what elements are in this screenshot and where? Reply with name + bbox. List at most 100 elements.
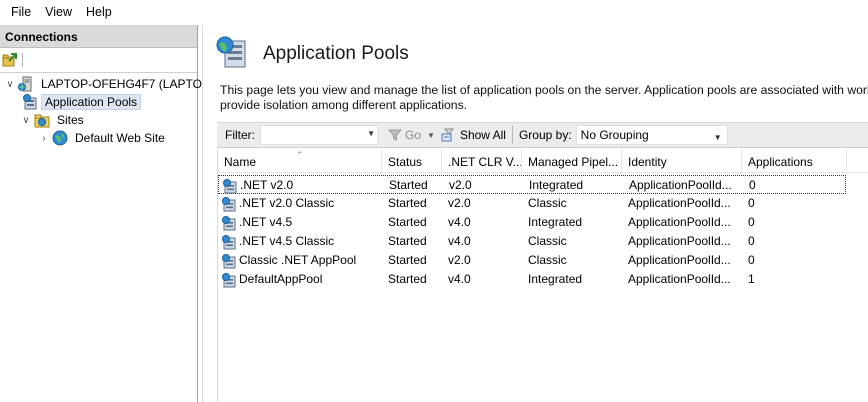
cell-managed-pipeline: Integrated — [529, 178, 584, 192]
chevron-right-icon[interactable]: › — [38, 133, 50, 144]
cell-clr-version: v4.0 — [448, 272, 471, 286]
dropdown-arrow-icon[interactable]: ▼ — [714, 129, 722, 147]
tree-item-sites[interactable]: ∨ Sites — [20, 111, 88, 129]
show-all-label: Show All — [459, 128, 506, 142]
column-header-name-label: Name — [224, 155, 257, 169]
column-header-managed-pipeline[interactable]: Managed Pipel... — [522, 149, 622, 173]
cell-clr-version: v2.0 — [449, 178, 472, 192]
cell-name: .NET v4.5 Classic — [218, 232, 382, 251]
dropdown-arrow-icon[interactable]: ▼ — [367, 129, 375, 138]
app-pools-icon — [22, 94, 38, 110]
cell-status: Started — [388, 272, 427, 286]
filter-bar: Filter: ▼ Go ▼ Show All Group by: No Gro… — [217, 122, 868, 148]
tree-item-server[interactable]: ∨ LAPTOP-OFEHG4F7 (LAPTOP — [4, 75, 214, 93]
column-header-identity[interactable]: Identity — [622, 149, 742, 173]
cell-applications: 0 — [748, 253, 755, 267]
toolbar-separator — [22, 53, 23, 67]
cell-status: Started — [388, 253, 427, 267]
column-header-clr-version[interactable]: .NET CLR V... — [442, 149, 522, 173]
chevron-down-icon[interactable]: ∨ — [4, 79, 16, 90]
cell-managed-pipeline: Integrated — [528, 272, 583, 286]
page-header: Application Pools — [215, 35, 409, 72]
cell-identity: ApplicationPoolId... — [629, 178, 732, 192]
menu-file[interactable]: File — [4, 0, 38, 24]
server-icon — [18, 76, 34, 92]
cell-identity: ApplicationPoolId... — [628, 234, 731, 248]
sites-folder-icon — [34, 112, 50, 128]
group-by-select[interactable]: No Grouping ▼ — [575, 125, 728, 147]
go-label: Go — [405, 128, 422, 142]
page-description-line-1: This page lets you view and manage the l… — [220, 83, 868, 97]
cell-managed-pipeline: Integrated — [528, 215, 583, 229]
cell-identity: ApplicationPoolId... — [628, 272, 731, 286]
cell-applications: 0 — [748, 215, 755, 229]
filter-separator — [511, 126, 513, 144]
app-pool-icon — [222, 178, 238, 194]
menu-bar: File View Help — [0, 0, 868, 24]
cell-status: Started — [388, 215, 427, 229]
cell-name-text: .NET v2.0 Classic — [239, 196, 335, 210]
cell-name: Classic .NET AppPool — [218, 251, 382, 270]
cell-clr-version: v2.0 — [448, 253, 471, 267]
chevron-down-icon[interactable]: ∨ — [20, 115, 32, 126]
table-row[interactable]: .NET v4.5 Started v4.0 Integrated Applic… — [218, 213, 846, 232]
sort-ascending-icon: ⌃ — [296, 150, 304, 160]
cell-managed-pipeline: Classic — [528, 196, 567, 210]
column-header-name[interactable]: Name ⌃ — [218, 149, 382, 173]
show-all-button[interactable]: Show All — [441, 128, 506, 142]
app-pool-icon — [221, 215, 237, 231]
app-pool-icon — [221, 272, 237, 288]
cell-applications: 1 — [748, 272, 755, 286]
funnel-icon — [388, 129, 402, 141]
application-pools-large-icon — [215, 35, 249, 72]
cell-status: Started — [388, 234, 427, 248]
column-header-status[interactable]: Status — [382, 149, 442, 173]
table-row[interactable]: .NET v2.0 Started v2.0 Integrated Applic… — [218, 175, 846, 194]
page-description: This page lets you view and manage the l… — [220, 83, 868, 113]
cell-name: .NET v2.0 — [219, 176, 383, 195]
cell-identity: ApplicationPoolId... — [628, 196, 731, 210]
cell-name-text: .NET v2.0 — [240, 178, 294, 192]
connections-toolbar — [0, 48, 197, 73]
table-row[interactable]: DefaultAppPool Started v4.0 Integrated A… — [218, 270, 846, 289]
table-row[interactable]: Classic .NET AppPool Started v2.0 Classi… — [218, 251, 846, 270]
go-dropdown-icon[interactable]: ▼ — [427, 131, 435, 140]
menu-view[interactable]: View — [38, 0, 79, 24]
tree-label-server: LAPTOP-OFEHG4F7 (LAPTOP — [41, 77, 210, 91]
cell-status: Started — [388, 196, 427, 210]
go-button[interactable]: Go ▼ — [388, 128, 435, 142]
cell-name: .NET v4.5 — [218, 213, 382, 232]
tree-item-application-pools[interactable]: Application Pools — [20, 93, 142, 111]
table-row[interactable]: .NET v4.5 Classic Started v4.0 Classic A… — [218, 232, 846, 251]
page-title: Application Pools — [263, 42, 409, 64]
cell-status: Started — [389, 178, 428, 192]
filter-input[interactable]: ▼ — [260, 125, 378, 145]
globe-icon — [52, 130, 68, 146]
connect-icon[interactable] — [2, 52, 18, 68]
cell-identity: ApplicationPoolId... — [628, 215, 731, 229]
menu-help[interactable]: Help — [79, 0, 119, 24]
group-by-value: No Grouping — [580, 128, 649, 142]
cell-managed-pipeline: Classic — [528, 234, 567, 248]
table-row[interactable]: .NET v2.0 Classic Started v2.0 Classic A… — [218, 194, 846, 213]
cell-applications: 0 — [749, 178, 756, 192]
app-pool-icon — [221, 253, 237, 269]
cell-name-text: DefaultAppPool — [239, 272, 323, 286]
column-header-applications[interactable]: Applications — [742, 149, 847, 173]
page-description-line-2: provide isolation among different applic… — [220, 98, 468, 112]
cell-applications: 0 — [748, 196, 755, 210]
app-pool-icon — [221, 196, 237, 212]
group-by-label: Group by: — [518, 128, 572, 142]
cell-clr-version: v4.0 — [448, 234, 471, 248]
cell-name-text: .NET v4.5 Classic — [239, 234, 335, 248]
cell-name-text: Classic .NET AppPool — [239, 253, 357, 267]
cell-managed-pipeline: Classic — [528, 253, 567, 267]
app-pool-icon — [221, 234, 237, 250]
cell-clr-version: v4.0 — [448, 215, 471, 229]
cell-clr-version: v2.0 — [448, 196, 471, 210]
show-all-icon — [441, 128, 454, 142]
filter-label: Filter: — [225, 128, 255, 142]
cell-applications: 0 — [748, 234, 755, 248]
list-header: Name ⌃ Status .NET CLR V... Managed Pipe… — [218, 149, 868, 173]
tree-item-default-web-site[interactable]: › Default Web Site — [38, 129, 169, 147]
